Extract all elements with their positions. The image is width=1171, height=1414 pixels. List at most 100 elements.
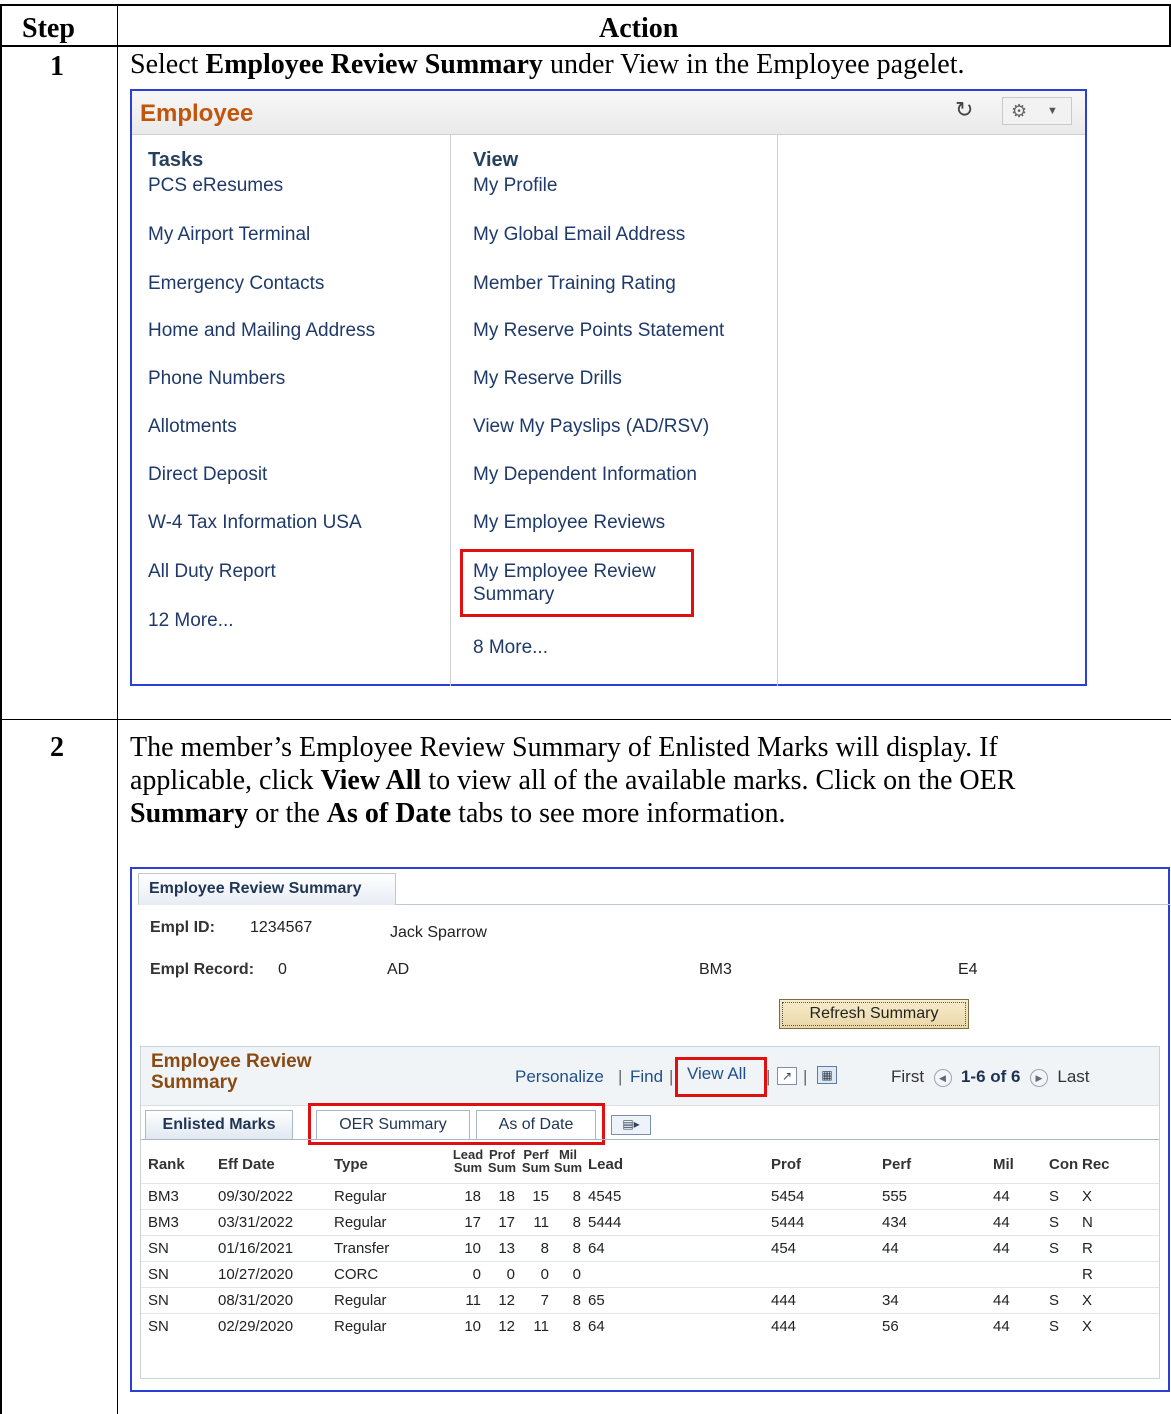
task-link[interactable]: Direct Deposit	[148, 464, 267, 486]
task-link[interactable]: Phone Numbers	[148, 368, 285, 390]
table-border-left	[0, 4, 2, 1414]
col-header-lead: Lead	[588, 1156, 624, 1173]
find-link[interactable]: Find	[630, 1067, 663, 1087]
tab-employee-review-summary[interactable]: Employee Review Summary	[138, 873, 396, 905]
table-cell: Regular	[334, 1318, 387, 1335]
highlight-box	[460, 549, 694, 617]
refresh-summary-button[interactable]: Refresh Summary	[779, 999, 969, 1029]
table-cell: 13	[498, 1240, 515, 1257]
table-cell: 8	[572, 1214, 581, 1231]
table-cell: Regular	[334, 1292, 387, 1309]
table-cell: 4545	[588, 1188, 622, 1205]
table-cell: 65	[588, 1292, 605, 1309]
table-cell: X	[1082, 1318, 1093, 1335]
download-grid-icon[interactable]: ▦	[817, 1066, 837, 1084]
last-link[interactable]: Last	[1057, 1067, 1089, 1086]
empl-id-value: 1234567	[250, 919, 313, 936]
table-cell: 08/31/2020	[218, 1292, 294, 1309]
employee-review-summary-page: Employee Review Summary Empl ID: 1234567…	[130, 867, 1170, 1392]
col-header-rec: Rec	[1082, 1156, 1110, 1173]
next-icon[interactable]: ▶	[1029, 1068, 1048, 1087]
table-cell: R	[1082, 1266, 1093, 1283]
table-cell: 44	[993, 1318, 1010, 1335]
header-action: Action	[599, 13, 679, 44]
tasks-more-link[interactable]: 12 More...	[148, 610, 234, 632]
show-all-columns-icon[interactable]: ▤▸	[611, 1115, 651, 1135]
table-cell: 44	[993, 1188, 1010, 1205]
table-column-divider	[117, 4, 118, 1414]
col-header-prof: Prof	[771, 1156, 801, 1173]
col-header-type: Type	[334, 1156, 368, 1173]
table-cell: 11	[533, 1318, 549, 1335]
table-cell: Regular	[334, 1188, 387, 1205]
table-cell: 8	[572, 1188, 581, 1205]
view-link[interactable]: My Global Email Address	[473, 224, 685, 246]
row-divider	[141, 1209, 1159, 1210]
col-header-eff-date: Eff Date	[218, 1156, 275, 1173]
col-header-mil: Mil	[993, 1156, 1014, 1173]
first-link[interactable]: First	[891, 1067, 924, 1086]
view-heading: View	[473, 149, 519, 171]
task-link[interactable]: Allotments	[148, 416, 237, 438]
col-header-rank: Rank	[148, 1156, 185, 1173]
table-cell: 10/27/2020	[218, 1266, 294, 1283]
view-link[interactable]: My Reserve Points Statement	[473, 320, 724, 342]
chevron-down-icon: ▼	[1047, 105, 1058, 117]
col-header-con: Con	[1049, 1156, 1079, 1173]
table-cell: 8	[572, 1292, 581, 1309]
table-cell: 18	[498, 1188, 515, 1205]
empl-record-label: Empl Record:	[150, 961, 255, 978]
zoom-icon[interactable]: ↗	[777, 1067, 797, 1085]
table-cell: 8	[540, 1240, 549, 1257]
table-cell: 5454	[771, 1188, 805, 1205]
grade-value: E4	[958, 961, 978, 978]
table-cell: 64	[588, 1240, 605, 1257]
task-link[interactable]: PCS eResumes	[148, 175, 283, 197]
task-link[interactable]: Emergency Contacts	[148, 273, 324, 295]
view-link[interactable]: My Reserve Drills	[473, 368, 622, 390]
pagelet-options-button[interactable]: ⚙ ▼	[1002, 97, 1072, 125]
table-cell: 15	[532, 1188, 549, 1205]
prev-icon[interactable]: ◀	[933, 1068, 952, 1087]
col-header-prof-sum: Prof Sum	[487, 1147, 517, 1175]
view-link[interactable]: View My Payslips (AD/RSV)	[473, 416, 709, 438]
table-cell: S	[1049, 1292, 1060, 1309]
refresh-icon[interactable]: ↻	[955, 99, 977, 121]
task-link[interactable]: All Duty Report	[148, 561, 276, 583]
table-cell: SN	[148, 1318, 169, 1335]
table-cell: 444	[771, 1318, 797, 1335]
table-cell: SN	[148, 1266, 169, 1283]
view-link[interactable]: My Profile	[473, 175, 557, 197]
view-link[interactable]: Member Training Rating	[473, 273, 676, 295]
tab-underline	[396, 904, 1170, 905]
view-more-link[interactable]: 8 More...	[473, 637, 548, 659]
pagelet-header: Employee ↻ ⚙ ▼	[132, 91, 1085, 135]
table-cell: 0	[540, 1266, 549, 1283]
table-cell: X	[1082, 1292, 1093, 1309]
row-divider	[141, 1183, 1159, 1184]
view-link[interactable]: My Dependent Information	[473, 464, 697, 486]
personalize-link[interactable]: Personalize	[515, 1067, 604, 1087]
table-cell: 09/30/2022	[218, 1188, 294, 1205]
table-cell: 18	[464, 1188, 481, 1205]
tab-enlisted-marks[interactable]: Enlisted Marks	[145, 1110, 293, 1140]
table-cell: Regular	[334, 1214, 387, 1231]
task-link[interactable]: Home and Mailing Address	[148, 320, 375, 342]
table-cell: 454	[771, 1240, 797, 1257]
view-link[interactable]: My Employee Reviews	[473, 512, 665, 534]
table-cell: BM3	[148, 1188, 179, 1205]
task-link[interactable]: My Airport Terminal	[148, 224, 310, 246]
table-cell: 12	[498, 1292, 515, 1309]
row-range: 1-6 of 6	[960, 1067, 1021, 1086]
table-cell: N	[1082, 1214, 1093, 1231]
table-cell: S	[1049, 1214, 1060, 1231]
table-cell: 44	[993, 1240, 1010, 1257]
table-cell: 0	[506, 1266, 515, 1283]
gear-icon: ⚙	[1011, 101, 1028, 121]
task-link[interactable]: W-4 Tax Information USA	[148, 512, 362, 534]
table-row-divider	[0, 719, 1171, 720]
row-divider	[141, 1261, 1159, 1262]
col-header-perf: Perf	[882, 1156, 912, 1173]
table-cell: 11	[465, 1292, 481, 1309]
table-cell: 10	[464, 1318, 481, 1335]
